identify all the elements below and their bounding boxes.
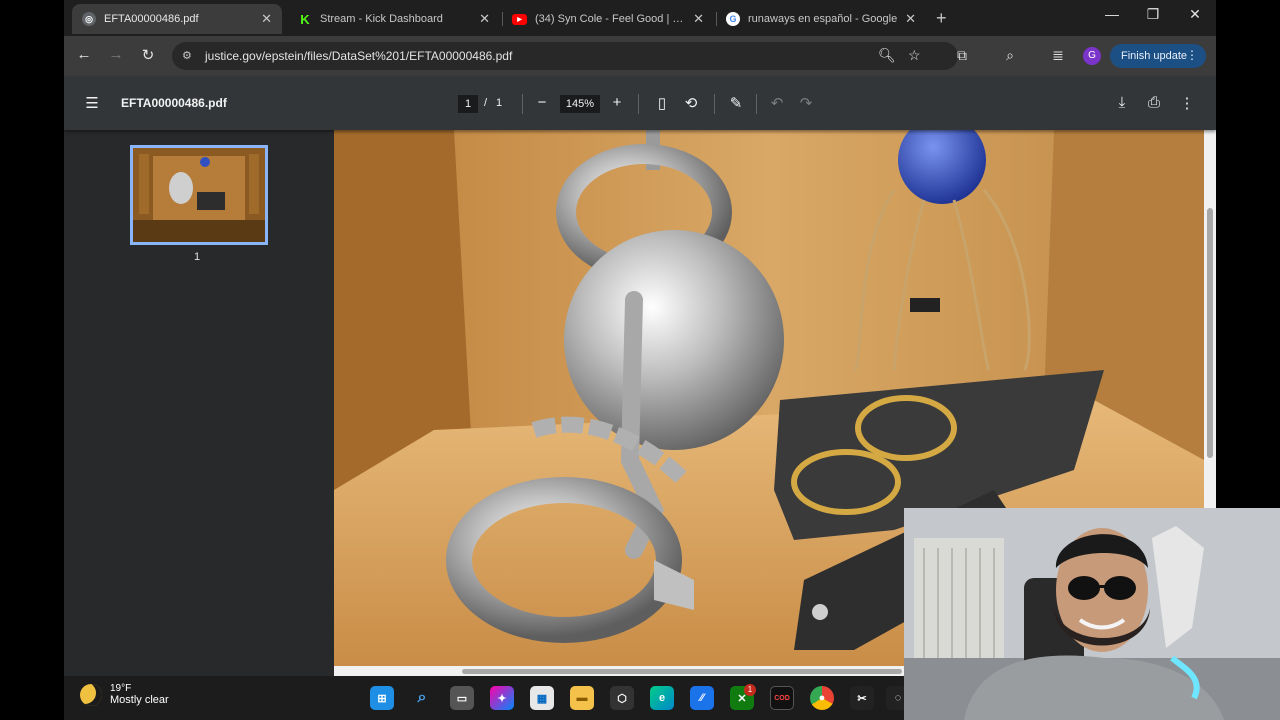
profile-avatar[interactable]: G bbox=[1083, 47, 1101, 65]
moon-icon bbox=[80, 683, 102, 706]
screen: { "tabs": [ {"title": "EFTA00000486.pdf"… bbox=[0, 0, 1280, 720]
file-explorer-icon[interactable]: ▬ bbox=[570, 686, 594, 710]
tab-title: Stream - Kick Dashboard bbox=[320, 13, 443, 25]
more-options-icon[interactable]: ⋮ bbox=[1177, 94, 1197, 112]
close-tab-icon[interactable]: ✕ bbox=[693, 11, 704, 27]
weather-widget[interactable]: 19°F Mostly clear bbox=[80, 683, 169, 706]
reload-icon[interactable]: ↻ bbox=[138, 46, 158, 64]
url-text: justice.gov/epstein/files/DataSet%201/EF… bbox=[205, 49, 513, 63]
bookmark-star-icon[interactable]: ☆ bbox=[908, 47, 921, 64]
kick-icon: K bbox=[298, 12, 312, 27]
tab-title: (34) Syn Cole - Feel Good | Futu bbox=[535, 13, 688, 25]
finish-update-button[interactable]: Finish update ⋮ bbox=[1110, 44, 1206, 68]
pdf-filename: EFTA00000486.pdf bbox=[121, 96, 227, 110]
app-icon[interactable]: ⬡ bbox=[610, 686, 634, 710]
restore-icon[interactable]: ❐ bbox=[1143, 6, 1163, 23]
site-settings-icon[interactable]: ⚙ bbox=[182, 49, 196, 63]
close-tab-icon[interactable]: ✕ bbox=[905, 11, 916, 27]
zoom-in-icon[interactable]: + bbox=[607, 94, 627, 111]
youtube-icon: ▶ bbox=[512, 13, 527, 25]
search-icon[interactable]: ⌕ bbox=[410, 686, 434, 710]
tab-title: runaways en español - Google bbox=[748, 13, 898, 25]
notification-badge: 1 bbox=[744, 684, 756, 696]
back-arrow-icon[interactable]: ← bbox=[74, 46, 94, 63]
copilot-icon[interactable]: ✦ bbox=[490, 686, 514, 710]
globe-icon: ◎ bbox=[82, 12, 96, 26]
weather-temperature: 19°F bbox=[110, 683, 132, 694]
capcut-icon[interactable]: ✂ bbox=[850, 686, 874, 710]
store-icon[interactable]: ▦ bbox=[530, 686, 554, 710]
windows-start-icon[interactable]: ⊞ bbox=[370, 686, 394, 710]
browser-toolbar: ← → ↻ ⚙ justice.gov/epstein/files/DataSe… bbox=[64, 36, 1216, 76]
minimize-icon[interactable]: — bbox=[1102, 6, 1122, 22]
print-icon[interactable]: ⎙ bbox=[1144, 94, 1164, 111]
divider bbox=[714, 94, 715, 114]
google-icon: G bbox=[726, 12, 740, 26]
download-icon[interactable]: ⤓ bbox=[1112, 94, 1132, 111]
chrome-icon[interactable]: ● bbox=[810, 686, 834, 710]
extensions-icon[interactable]: ⧉ bbox=[953, 47, 971, 64]
task-view-icon[interactable]: ▭ bbox=[450, 686, 474, 710]
divider bbox=[522, 94, 523, 114]
new-tab-icon[interactable]: + bbox=[936, 8, 947, 29]
webcam-overlay bbox=[904, 508, 1280, 720]
zoom-magnifier-icon[interactable]: 🔍︎ bbox=[878, 47, 896, 64]
divider bbox=[638, 94, 639, 114]
zoom-level-input[interactable]: 145% bbox=[560, 95, 600, 113]
close-window-icon[interactable]: ✕ bbox=[1185, 6, 1205, 23]
more-vert-icon: ⋮ bbox=[1186, 48, 1198, 62]
close-tab-icon[interactable]: ✕ bbox=[479, 11, 490, 27]
thumbnail-page-number: 1 bbox=[194, 251, 201, 263]
undo-icon[interactable]: ↶ bbox=[767, 94, 787, 112]
page-number-input[interactable]: 1 bbox=[458, 95, 478, 113]
vertical-scroll-thumb[interactable] bbox=[1207, 208, 1213, 458]
media-controls-icon[interactable]: ≣ bbox=[1049, 47, 1067, 64]
tab-google[interactable]: G runaways en español - Google ✕ bbox=[716, 4, 926, 34]
pdf-toolbar: ☰ EFTA00000486.pdf 1 / 1 − 145% + ▯ ⟲ ✎ … bbox=[64, 76, 1216, 130]
tab-strip: ◎ EFTA00000486.pdf ✕ K Stream - Kick Das… bbox=[64, 0, 1216, 36]
weather-condition: Mostly clear bbox=[110, 694, 169, 706]
horizontal-scroll-thumb[interactable] bbox=[462, 669, 902, 674]
page-separator: / bbox=[484, 97, 488, 109]
edge-icon[interactable]: e bbox=[650, 686, 674, 710]
finish-update-label: Finish update bbox=[1121, 50, 1188, 62]
redo-icon[interactable]: ↷ bbox=[796, 94, 816, 112]
total-pages: 1 bbox=[496, 97, 503, 109]
fit-to-page-icon[interactable]: ▯ bbox=[652, 94, 672, 112]
tab-pdf[interactable]: ◎ EFTA00000486.pdf ✕ bbox=[72, 4, 282, 34]
divider bbox=[756, 94, 757, 114]
rotate-icon[interactable]: ⟲ bbox=[681, 94, 701, 112]
call-of-duty-icon[interactable]: COD bbox=[770, 686, 794, 710]
annotate-pen-icon[interactable]: ✎ bbox=[726, 94, 746, 112]
menu-hamburger-icon[interactable]: ☰ bbox=[82, 94, 102, 112]
thumbnail-sidebar: 1 bbox=[64, 130, 334, 676]
editor-icon[interactable]: ⁄⁄ bbox=[690, 686, 714, 710]
page-thumbnail[interactable] bbox=[130, 145, 268, 245]
zoom-out-icon[interactable]: − bbox=[532, 94, 552, 111]
tab-title: EFTA00000486.pdf bbox=[104, 13, 199, 25]
address-bar[interactable]: ⚙ justice.gov/epstein/files/DataSet%201/… bbox=[172, 42, 958, 70]
forward-arrow-icon[interactable]: → bbox=[106, 46, 126, 63]
close-tab-icon[interactable]: ✕ bbox=[261, 11, 272, 27]
tab-youtube[interactable]: ▶ (34) Syn Cole - Feel Good | Futu ✕ bbox=[502, 4, 714, 34]
google-lens-icon[interactable]: ⌕ bbox=[1001, 47, 1019, 64]
tab-kick[interactable]: K Stream - Kick Dashboard ✕ bbox=[288, 4, 500, 34]
